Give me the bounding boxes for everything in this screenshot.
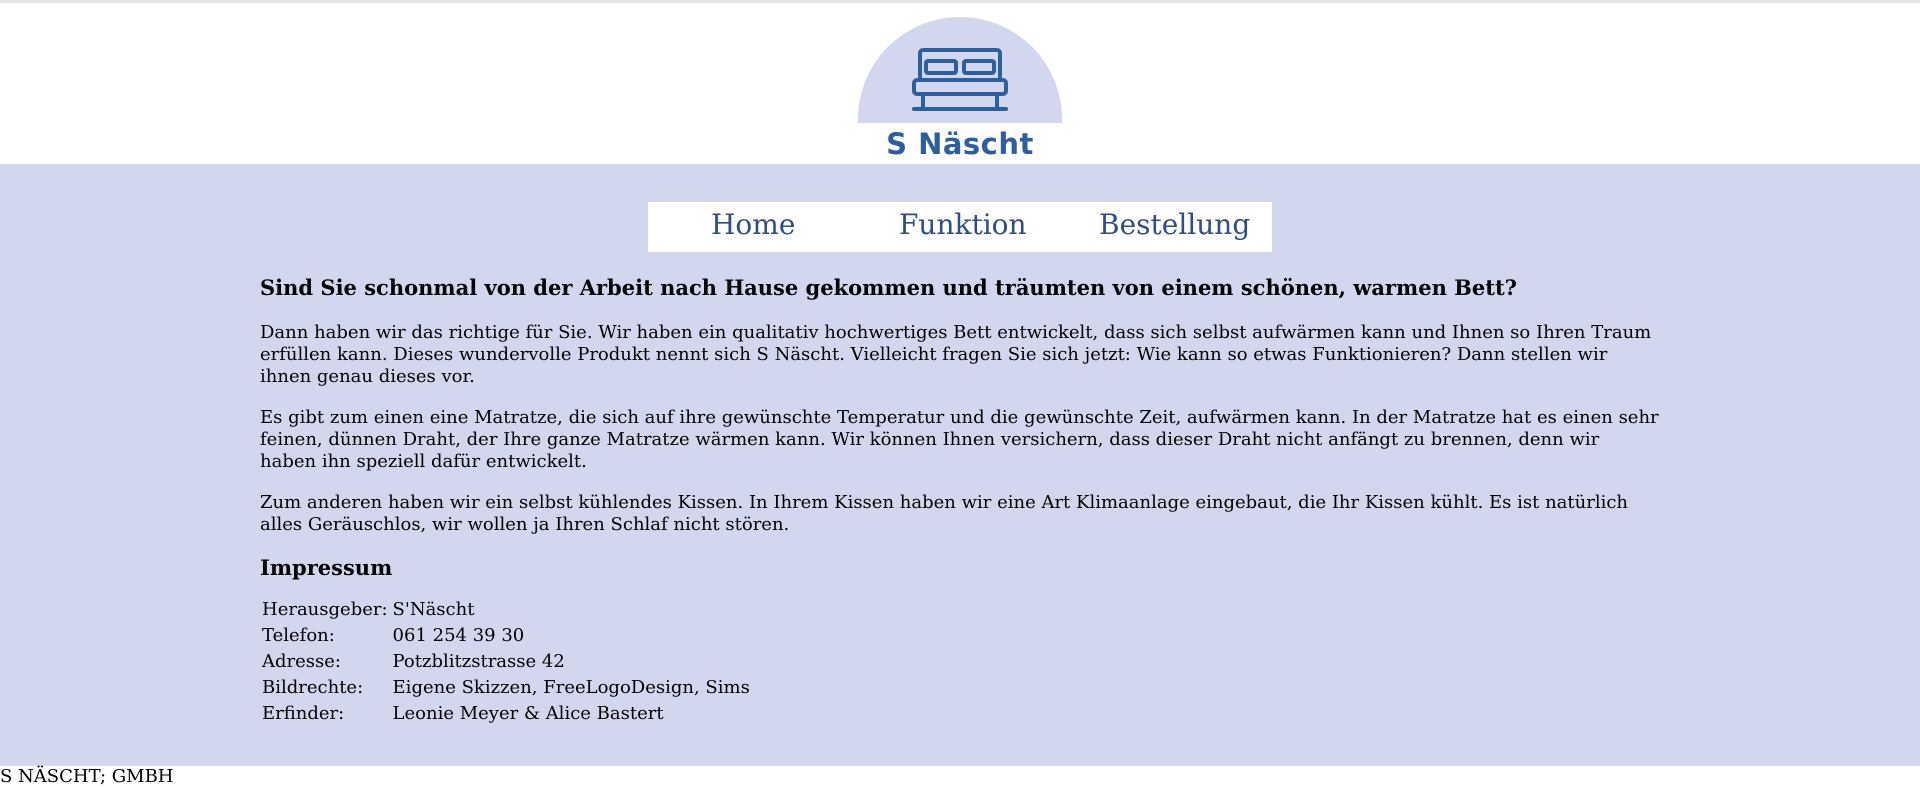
- table-row: Adresse: Potzblitzstrasse 42: [262, 649, 752, 675]
- impressum-label: Adresse:: [262, 651, 341, 672]
- logo-circle: [858, 17, 1062, 123]
- nav-bar: Home Funktion Bestellung: [648, 202, 1272, 252]
- paragraph-intro: Dann haben wir das richtige für Sie. Wir…: [260, 322, 1652, 387]
- impressum-label: Telefon:: [262, 625, 335, 646]
- impressum-value: 061 254 39 30: [392, 625, 525, 646]
- impressum-value: Eigene Skizzen, FreeLogoDesign, Sims: [392, 677, 750, 698]
- logo-wordmark: S Näscht: [886, 127, 1034, 161]
- logo[interactable]: S Näscht: [858, 17, 1062, 167]
- header: S Näscht: [0, 3, 1920, 164]
- impressum-label: Herausgeber:: [262, 599, 388, 620]
- table-row: Herausgeber: S'Näscht: [262, 597, 752, 623]
- impressum-value: Potzblitzstrasse 42: [392, 651, 565, 672]
- impressum-label: Bildrechte:: [262, 677, 364, 698]
- main-content: Home Funktion Bestellung Sind Sie schonm…: [0, 164, 1920, 766]
- impressum-table: Herausgeber: S'Näscht Telefon: 061 254 3…: [259, 597, 755, 727]
- nav-item-home[interactable]: Home: [711, 208, 795, 241]
- footer: S NÄSCHT; GMBH: [0, 766, 1920, 787]
- table-row: Bildrechte: Eigene Skizzen, FreeLogoDesi…: [262, 675, 752, 701]
- nav-item-bestellung[interactable]: Bestellung: [1099, 208, 1250, 241]
- article: Sind Sie schonmal von der Arbeit nach Ha…: [260, 274, 1660, 727]
- table-row: Erfinder: Leonie Meyer & Alice Bastert: [262, 701, 752, 727]
- impressum-title: Impressum: [260, 555, 393, 580]
- paragraph-pillow: Zum anderen haben wir ein selbst kühlend…: [260, 492, 1629, 535]
- table-row: Telefon: 061 254 39 30: [262, 623, 752, 649]
- paragraph-mattress: Es gibt zum einen eine Matratze, die sic…: [260, 407, 1659, 472]
- impressum-label: Erfinder:: [262, 703, 345, 724]
- nav-item-funktion[interactable]: Funktion: [899, 208, 1027, 241]
- impressum-value: Leonie Meyer & Alice Bastert: [392, 703, 664, 724]
- impressum-value: S'Näscht: [392, 599, 475, 620]
- footer-text: S NÄSCHT; GMBH: [0, 766, 174, 787]
- page-heading: Sind Sie schonmal von der Arbeit nach Ha…: [260, 275, 1517, 300]
- bed-icon: [912, 48, 1008, 111]
